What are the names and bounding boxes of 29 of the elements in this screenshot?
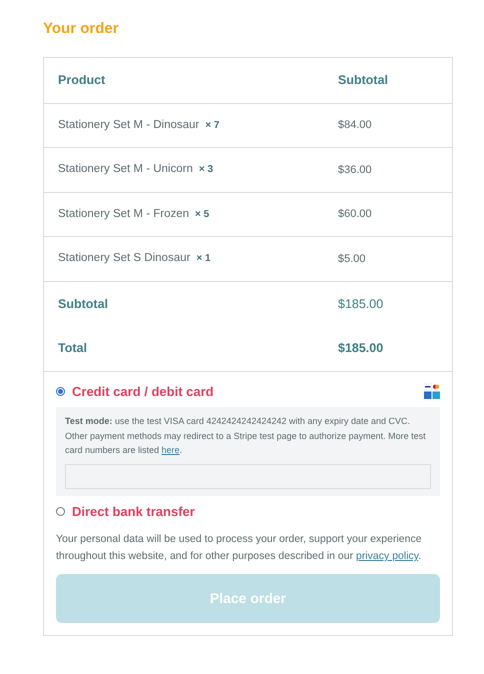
privacy-text: Your personal data will be used to process your order, support your experience throughout this website, and for other purposes described in our privacy policy. xyxy=(56,532,423,564)
price-cell-text: $60.00 xyxy=(338,207,372,222)
totals-value: $185.00 xyxy=(338,340,384,358)
product-name: Stationery Set M - Frozen xyxy=(58,206,190,222)
product-name: Stationery Set M - Dinosaur xyxy=(58,118,200,133)
totals-value: $185.00 xyxy=(338,296,384,313)
radio-button[interactable] xyxy=(56,506,65,516)
privacy-policy-link[interactable]: privacy policy xyxy=(356,550,418,562)
here-link[interactable]: here xyxy=(162,445,180,455)
test-mode-note: Test mode: use the test VISA card 4242424242424242 with any expiry date and CVC. Other payment methods may redirect to a Stripe test page to authorize payment. More test card numbers are listed here. xyxy=(65,415,427,457)
quantity-label: × 1 xyxy=(196,252,211,266)
totals-label: Subtotal xyxy=(58,296,109,313)
payment-method-label[interactable]: Direct bank transfer xyxy=(72,502,195,521)
payment-method-label[interactable]: Credit card / debit card xyxy=(72,382,214,401)
price-cell-text: $36.00 xyxy=(338,162,372,178)
price-cell-text: $84.00 xyxy=(338,118,372,133)
product-name: Stationery Set S Dinosaur xyxy=(58,251,190,266)
card-logos-icon xyxy=(424,383,440,400)
totals-label: Total xyxy=(58,340,88,358)
section-title: Your order xyxy=(43,19,120,39)
quantity-label: × 5 xyxy=(195,208,210,222)
radio-button[interactable] xyxy=(56,386,65,396)
column-header: Subtotal xyxy=(338,72,388,89)
quantity-label: × 7 xyxy=(205,118,220,133)
column-header: Product xyxy=(58,72,106,89)
product-name: Stationery Set M - Unicorn xyxy=(58,162,193,178)
price-cell-text: $5.00 xyxy=(338,252,366,266)
quantity-label: × 3 xyxy=(198,163,214,178)
card-input-field[interactable] xyxy=(65,464,431,488)
